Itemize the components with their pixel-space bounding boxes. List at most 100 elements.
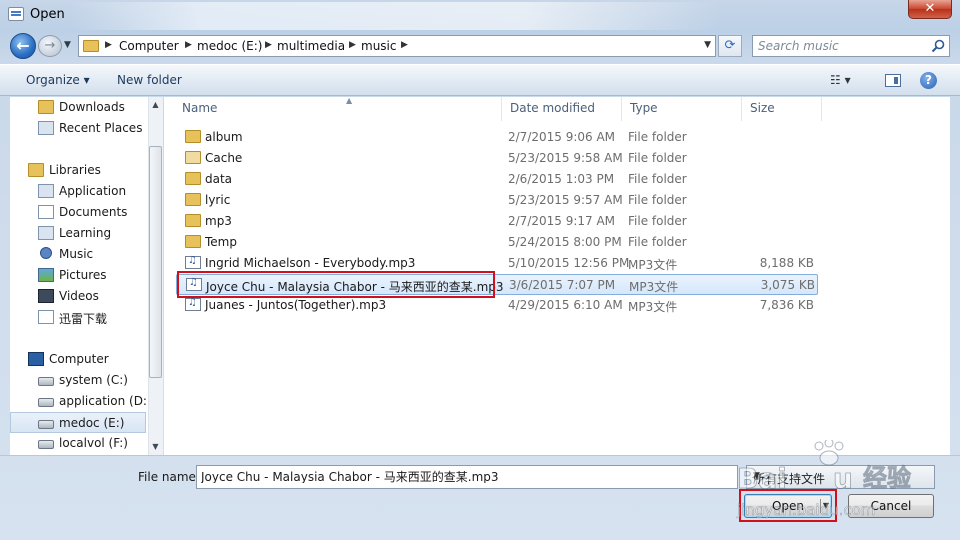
nav-item-learning[interactable]: Learning	[10, 223, 150, 244]
drive-icon	[38, 377, 54, 386]
dialog-app-icon	[8, 7, 24, 21]
file-type-dropdown[interactable]: 所有支持文件 ▼	[746, 465, 935, 489]
file-date: 2/6/2015 1:03 PM	[508, 172, 615, 186]
nav-item-label: Learning	[59, 226, 112, 240]
change-view-icon[interactable]: ☷ ▾	[830, 73, 851, 87]
breadcrumb-music[interactable]: music	[361, 39, 396, 53]
nav-item-pictures[interactable]: Pictures	[10, 265, 150, 286]
scroll-down-icon[interactable]: ▼	[149, 442, 162, 451]
table-row[interactable]: lyric 5/23/2015 9:57 AM File folder	[176, 190, 818, 211]
forward-button[interactable]: →	[38, 35, 62, 57]
nav-item-application[interactable]: Application	[10, 181, 150, 202]
nav-item-system-c[interactable]: system (C:)	[10, 370, 150, 391]
nav-item-label: Videos	[59, 289, 99, 303]
nav-item-label: Application	[59, 184, 127, 198]
nav-item-xunlei-downloads[interactable]: 迅雷下载	[10, 307, 150, 328]
breadcrumb-separator-icon[interactable]: ▶	[349, 40, 356, 50]
search-icon[interactable]	[931, 39, 945, 53]
breadcrumb-separator-icon[interactable]: ▶	[105, 40, 112, 50]
library-folder-icon	[38, 226, 54, 240]
breadcrumb-separator-icon[interactable]: ▶	[401, 40, 408, 50]
nav-item-documents[interactable]: Documents	[10, 202, 150, 223]
recent-places-icon	[38, 121, 54, 135]
drive-icon	[38, 420, 54, 429]
breadcrumb-multimedia[interactable]: multimedia	[277, 39, 345, 53]
file-date: 2/7/2015 9:17 AM	[508, 214, 616, 228]
cancel-button[interactable]: Cancel	[848, 494, 934, 518]
folder-icon	[185, 235, 201, 248]
libraries-icon	[28, 163, 44, 177]
table-row[interactable]: Juanes - Juntos(Together).mp3 4/29/2015 6…	[176, 295, 818, 316]
file-size: 7,836 KB	[759, 298, 814, 312]
file-type: MP3文件	[628, 258, 678, 272]
file-name-input[interactable]	[201, 469, 721, 483]
column-header-date[interactable]: Date modified	[502, 97, 622, 121]
column-header-label: Type	[630, 101, 658, 115]
file-date: 2/7/2015 9:06 AM	[508, 130, 616, 144]
nav-item-localvol-f[interactable]: localvol (F:)	[10, 433, 150, 454]
close-button[interactable]: ✕	[908, 0, 952, 19]
search-placeholder: Search music	[758, 39, 839, 53]
file-type: File folder	[628, 151, 687, 165]
new-folder-button[interactable]: New folder	[117, 73, 182, 87]
breadcrumb-medoc[interactable]: medoc (E:)	[197, 39, 262, 53]
nav-item-label: localvol (F:)	[59, 436, 128, 450]
table-row[interactable]: mp3 2/7/2015 9:17 AM File folder	[176, 211, 818, 232]
address-bar[interactable]: ▶ Computer ▶ medoc (E:) ▶ multimedia ▶ m…	[78, 35, 716, 57]
nav-item-libraries[interactable]: Libraries	[10, 160, 150, 181]
nav-item-label: 迅雷下载	[59, 312, 108, 326]
file-date: 5/24/2015 8:00 PM	[508, 235, 622, 249]
window-title: Open	[30, 7, 65, 22]
file-size: 8,188 KB	[759, 256, 814, 270]
file-name-field[interactable]	[196, 465, 738, 489]
search-input[interactable]: Search music	[752, 35, 950, 57]
documents-icon	[38, 205, 54, 219]
table-row[interactable]: Temp 5/24/2015 8:00 PM File folder	[176, 232, 818, 253]
nav-item-videos[interactable]: Videos	[10, 286, 150, 307]
nav-item-label: medoc (E:)	[59, 416, 125, 430]
table-row[interactable]: album 2/7/2015 9:06 AM File folder	[176, 127, 818, 148]
column-header-name[interactable]: Name ▲	[174, 96, 502, 121]
nav-item-downloads[interactable]: Downloads	[10, 97, 150, 118]
refresh-button[interactable]: ⟳	[718, 35, 742, 57]
drive-icon	[38, 440, 54, 449]
nav-item-application-d[interactable]: application (D:)	[10, 391, 152, 412]
organize-menu[interactable]: Organize ▾	[26, 73, 90, 87]
file-name: Ingrid Michaelson - Everybody.mp3	[205, 256, 416, 270]
breadcrumb-computer[interactable]: Computer	[119, 39, 179, 53]
file-size: 3,075 KB	[760, 278, 815, 292]
table-row[interactable]: data 2/6/2015 1:03 PM File folder	[176, 169, 818, 190]
file-type: File folder	[628, 214, 687, 228]
column-header-label: Date modified	[510, 101, 596, 115]
breadcrumb-separator-icon[interactable]: ▶	[265, 40, 272, 50]
nav-item-recent-places[interactable]: Recent Places	[10, 118, 150, 139]
nav-item-medoc-e[interactable]: medoc (E:)	[10, 412, 146, 433]
pictures-icon	[38, 268, 54, 282]
file-date: 3/6/2015 7:07 PM	[509, 278, 616, 292]
file-type: MP3文件	[628, 300, 678, 314]
mp3-file-icon	[185, 297, 201, 311]
folder-icon	[83, 40, 99, 52]
recent-pages-dropdown-icon[interactable]: ▼	[64, 40, 71, 50]
file-name: Temp	[205, 235, 237, 249]
navigation-pane: Downloads Recent Places Libraries Applic…	[10, 97, 162, 455]
nav-item-label: system (C:)	[59, 373, 128, 387]
help-icon[interactable]: ?	[920, 72, 937, 89]
preview-pane-icon[interactable]	[885, 74, 901, 87]
scroll-up-icon[interactable]: ▲	[149, 100, 162, 109]
nav-item-music[interactable]: Music	[10, 244, 150, 265]
chevron-down-icon[interactable]: ▼	[753, 471, 928, 481]
file-type: File folder	[628, 130, 687, 144]
folder-icon	[185, 214, 201, 227]
back-button[interactable]: ←	[10, 33, 36, 59]
breadcrumb-separator-icon[interactable]: ▶	[185, 40, 192, 50]
column-header-type[interactable]: Type	[622, 97, 742, 121]
navigation-scroll-thumb[interactable]	[149, 146, 162, 378]
library-folder-icon	[38, 184, 54, 198]
column-header-size[interactable]: Size	[742, 97, 822, 121]
chevron-down-icon[interactable]: ▼	[704, 40, 711, 50]
library-folder-icon	[38, 310, 54, 324]
table-row[interactable]: Cache 5/23/2015 9:58 AM File folder	[176, 148, 818, 169]
nav-item-computer[interactable]: Computer	[10, 349, 150, 370]
folder-icon	[185, 193, 201, 206]
